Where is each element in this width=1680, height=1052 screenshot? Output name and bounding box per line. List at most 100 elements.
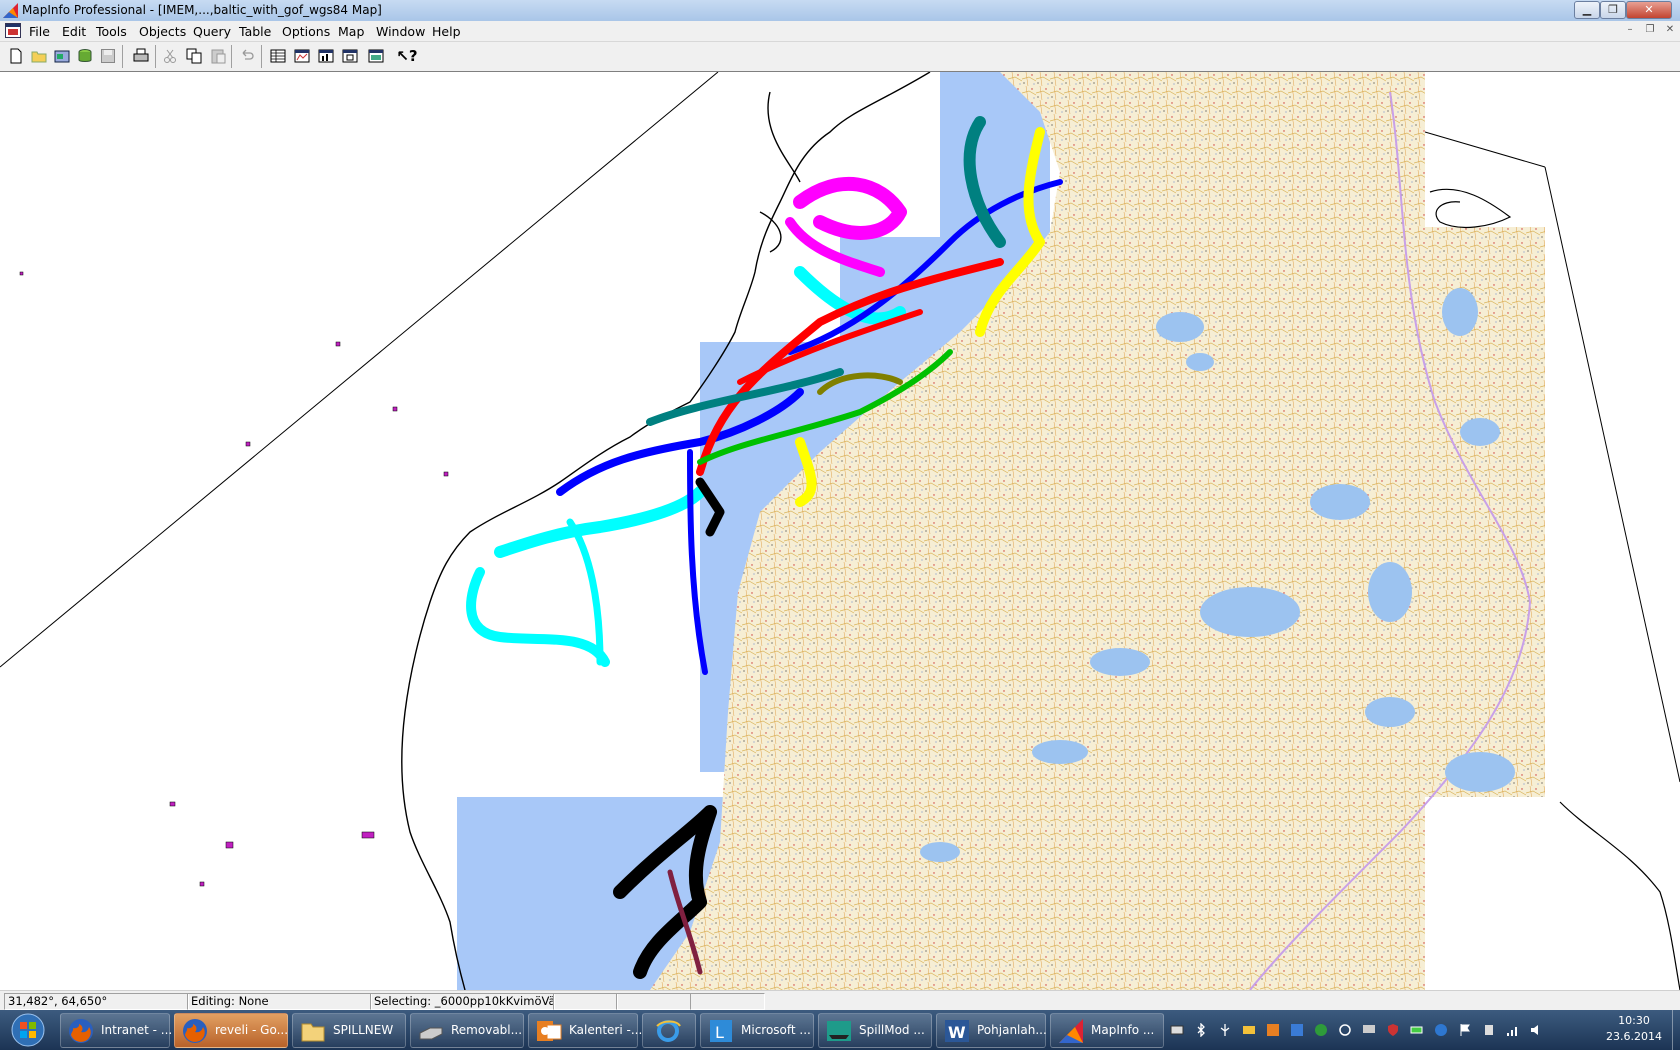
window-title: MapInfo Professional - [IMEM,...,baltic_… <box>22 3 382 17</box>
islands-markers <box>19 271 449 887</box>
word-icon: W <box>945 1020 969 1042</box>
coordinate-readout: 31,482°, 64,650° <box>4 993 189 1010</box>
tray-update-icon[interactable] <box>1434 1023 1448 1037</box>
open-button[interactable] <box>29 46 49 66</box>
mapinfo-app-icon <box>3 3 18 18</box>
maximize-button[interactable]: ❐ <box>1600 1 1626 19</box>
taskbar-item-mapinfo[interactable]: MapInfo ... <box>1050 1013 1164 1048</box>
menu-bar: File Edit Tools Objects Query Table Opti… <box>0 21 1680 42</box>
open-folder-icon <box>31 51 47 63</box>
start-button[interactable] <box>2 1011 54 1049</box>
taskbar: Intranet - ... reveli - Go... SPILLNEW R… <box>0 1010 1680 1050</box>
cut-button[interactable] <box>160 46 180 66</box>
menu-window[interactable]: Window <box>376 24 425 39</box>
lync-icon: L <box>710 1020 732 1042</box>
tray-wifi-signal-icon[interactable] <box>1506 1023 1520 1037</box>
help-button[interactable]: ↖? <box>396 46 418 66</box>
mdi-close-icon[interactable]: ✕ <box>1663 24 1677 37</box>
new-mapper-button[interactable] <box>292 46 312 66</box>
selecting-status[interactable]: Selecting: _6000pp10kKvimöVäste <box>370 993 555 1010</box>
taskbar-clock[interactable]: 10:30 23.6.2014 <box>1600 1013 1668 1045</box>
taskbar-item-pohjanlahti-word[interactable]: W Pohjanlah... <box>936 1013 1047 1048</box>
new-layout-button[interactable] <box>340 46 360 66</box>
tray-flag-icon[interactable] <box>1458 1023 1472 1037</box>
new-table-button[interactable] <box>6 46 26 66</box>
taskbar-item-kalenteri[interactable]: Kalenteri -... <box>528 1013 642 1048</box>
taskbar-item-label: Intranet - ... <box>101 1023 173 1037</box>
taskbar-item-reveli[interactable]: reveli - Go... <box>174 1013 288 1048</box>
open-dbms-button[interactable] <box>75 46 95 66</box>
mapinfo-icon <box>1059 1019 1083 1043</box>
taskbar-item-spillnew[interactable]: SPILLNEW <box>292 1013 406 1048</box>
minimize-button[interactable]: ▁ <box>1574 1 1600 19</box>
mdi-minimize-icon[interactable]: – <box>1623 24 1637 37</box>
tray-usb-icon[interactable] <box>1218 1023 1232 1037</box>
save-disk-icon <box>101 49 115 63</box>
new-grapher-button[interactable] <box>316 46 336 66</box>
tray-language-icon[interactable] <box>1290 1023 1304 1037</box>
toolbar: ↖? <box>0 42 1680 72</box>
taskbar-item-microsoft-lync[interactable]: L Microsoft ... <box>700 1013 814 1048</box>
menu-map[interactable]: Map <box>338 24 364 39</box>
toolbar-separator <box>261 45 262 68</box>
menu-edit[interactable]: Edit <box>62 24 86 39</box>
tray-battery-icon[interactable] <box>1410 1023 1424 1037</box>
layout-window-icon <box>342 49 358 63</box>
tray-network-icon[interactable] <box>1170 1023 1184 1037</box>
paste-button[interactable] <box>208 46 228 66</box>
tray-display-icon[interactable] <box>1362 1023 1376 1037</box>
tray-office-icon[interactable] <box>1266 1023 1280 1037</box>
menu-query[interactable]: Query <box>193 24 231 39</box>
copy-button[interactable] <box>184 46 204 66</box>
tray-shield-icon[interactable] <box>1386 1023 1400 1037</box>
print-button[interactable] <box>131 46 151 66</box>
taskbar-item-intranet[interactable]: Intranet - ... <box>60 1013 173 1048</box>
menu-tools[interactable]: Tools <box>96 24 127 39</box>
editing-status[interactable]: Editing: None <box>187 993 372 1010</box>
menu-file[interactable]: File <box>29 24 50 39</box>
tray-security-icon[interactable] <box>1314 1023 1328 1037</box>
open-workspace-button[interactable] <box>52 46 72 66</box>
help-question-icon: ↖? <box>396 47 418 65</box>
taskbar-item-label: Microsoft ... <box>741 1023 811 1037</box>
taskbar-item-label: Removabl... <box>451 1023 523 1037</box>
taskbar-item-label: Pohjanlah... <box>977 1023 1047 1037</box>
taskbar-item-internet-explorer[interactable] <box>642 1013 696 1048</box>
svg-text:W: W <box>948 1023 966 1042</box>
redistricter-button[interactable] <box>366 46 386 66</box>
svg-text:L: L <box>715 1023 724 1042</box>
document-window-icon[interactable] <box>5 23 21 38</box>
taskbar-item-spillmod[interactable]: SpillMod ... <box>818 1013 932 1048</box>
clock-time: 10:30 <box>1618 1014 1650 1027</box>
menu-objects[interactable]: Objects <box>139 24 186 39</box>
firefox-icon <box>69 1019 93 1043</box>
tray-volume-icon[interactable] <box>1530 1023 1544 1037</box>
title-bar: MapInfo Professional - [IMEM,...,baltic_… <box>0 0 1680 22</box>
folder-icon <box>301 1023 325 1042</box>
new-browser-button[interactable] <box>268 46 288 66</box>
map-canvas[interactable] <box>0 72 1680 990</box>
taskbar-item-label: SPILLNEW <box>333 1023 394 1037</box>
close-button[interactable]: ✕ <box>1626 1 1672 19</box>
save-button[interactable] <box>98 46 118 66</box>
mdi-restore-icon[interactable]: ❐ <box>1643 24 1657 37</box>
printer-icon <box>133 48 149 62</box>
browser-table-icon <box>270 49 286 63</box>
tray-bluetooth-icon[interactable] <box>1194 1023 1208 1037</box>
map-window[interactable] <box>0 72 1680 990</box>
copy-icon <box>186 48 202 64</box>
tray-sync-icon[interactable] <box>1338 1023 1352 1037</box>
show-desktop-button[interactable] <box>1672 1010 1680 1050</box>
menu-options[interactable]: Options <box>282 24 330 39</box>
menu-table[interactable]: Table <box>239 24 271 39</box>
status-panel-empty <box>553 993 618 1010</box>
ie-icon <box>656 1020 681 1042</box>
tray-mail-icon[interactable] <box>1242 1023 1256 1037</box>
taskbar-item-label: MapInfo ... <box>1091 1023 1155 1037</box>
tray-power-icon[interactable] <box>1482 1023 1496 1037</box>
spillmod-icon <box>827 1021 851 1041</box>
undo-button[interactable] <box>237 46 257 66</box>
paste-clipboard-icon <box>211 49 226 64</box>
taskbar-item-removable[interactable]: Removabl... <box>410 1013 524 1048</box>
menu-help[interactable]: Help <box>432 24 461 39</box>
